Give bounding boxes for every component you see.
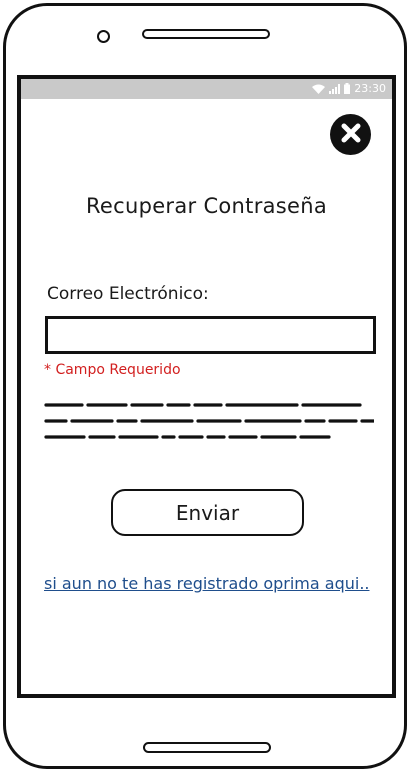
home-button[interactable] [143,742,271,753]
email-field[interactable] [45,316,376,354]
camera-icon [97,30,110,43]
speaker-grille [142,29,270,39]
required-error-message: * Campo Requerido [44,362,181,378]
status-time: 23:30 [354,82,386,95]
phone-screen: 23:30 Recuperar Contraseña Correo Electr… [17,75,396,698]
signal-icon [329,83,341,94]
email-label: Correo Electrónico: [47,284,209,304]
close-button[interactable] [330,114,371,155]
submit-button[interactable]: Enviar [111,489,304,536]
page-title: Recuperar Contraseña [85,194,328,218]
register-link[interactable]: si aun no te has registrado oprima aqui.… [44,574,369,593]
placeholder-text-scribble [44,403,374,439]
status-icons: 23:30 [312,82,386,95]
status-bar: 23:30 [21,79,392,99]
battery-icon [344,83,351,94]
wifi-icon [312,84,326,94]
close-icon [340,122,362,148]
